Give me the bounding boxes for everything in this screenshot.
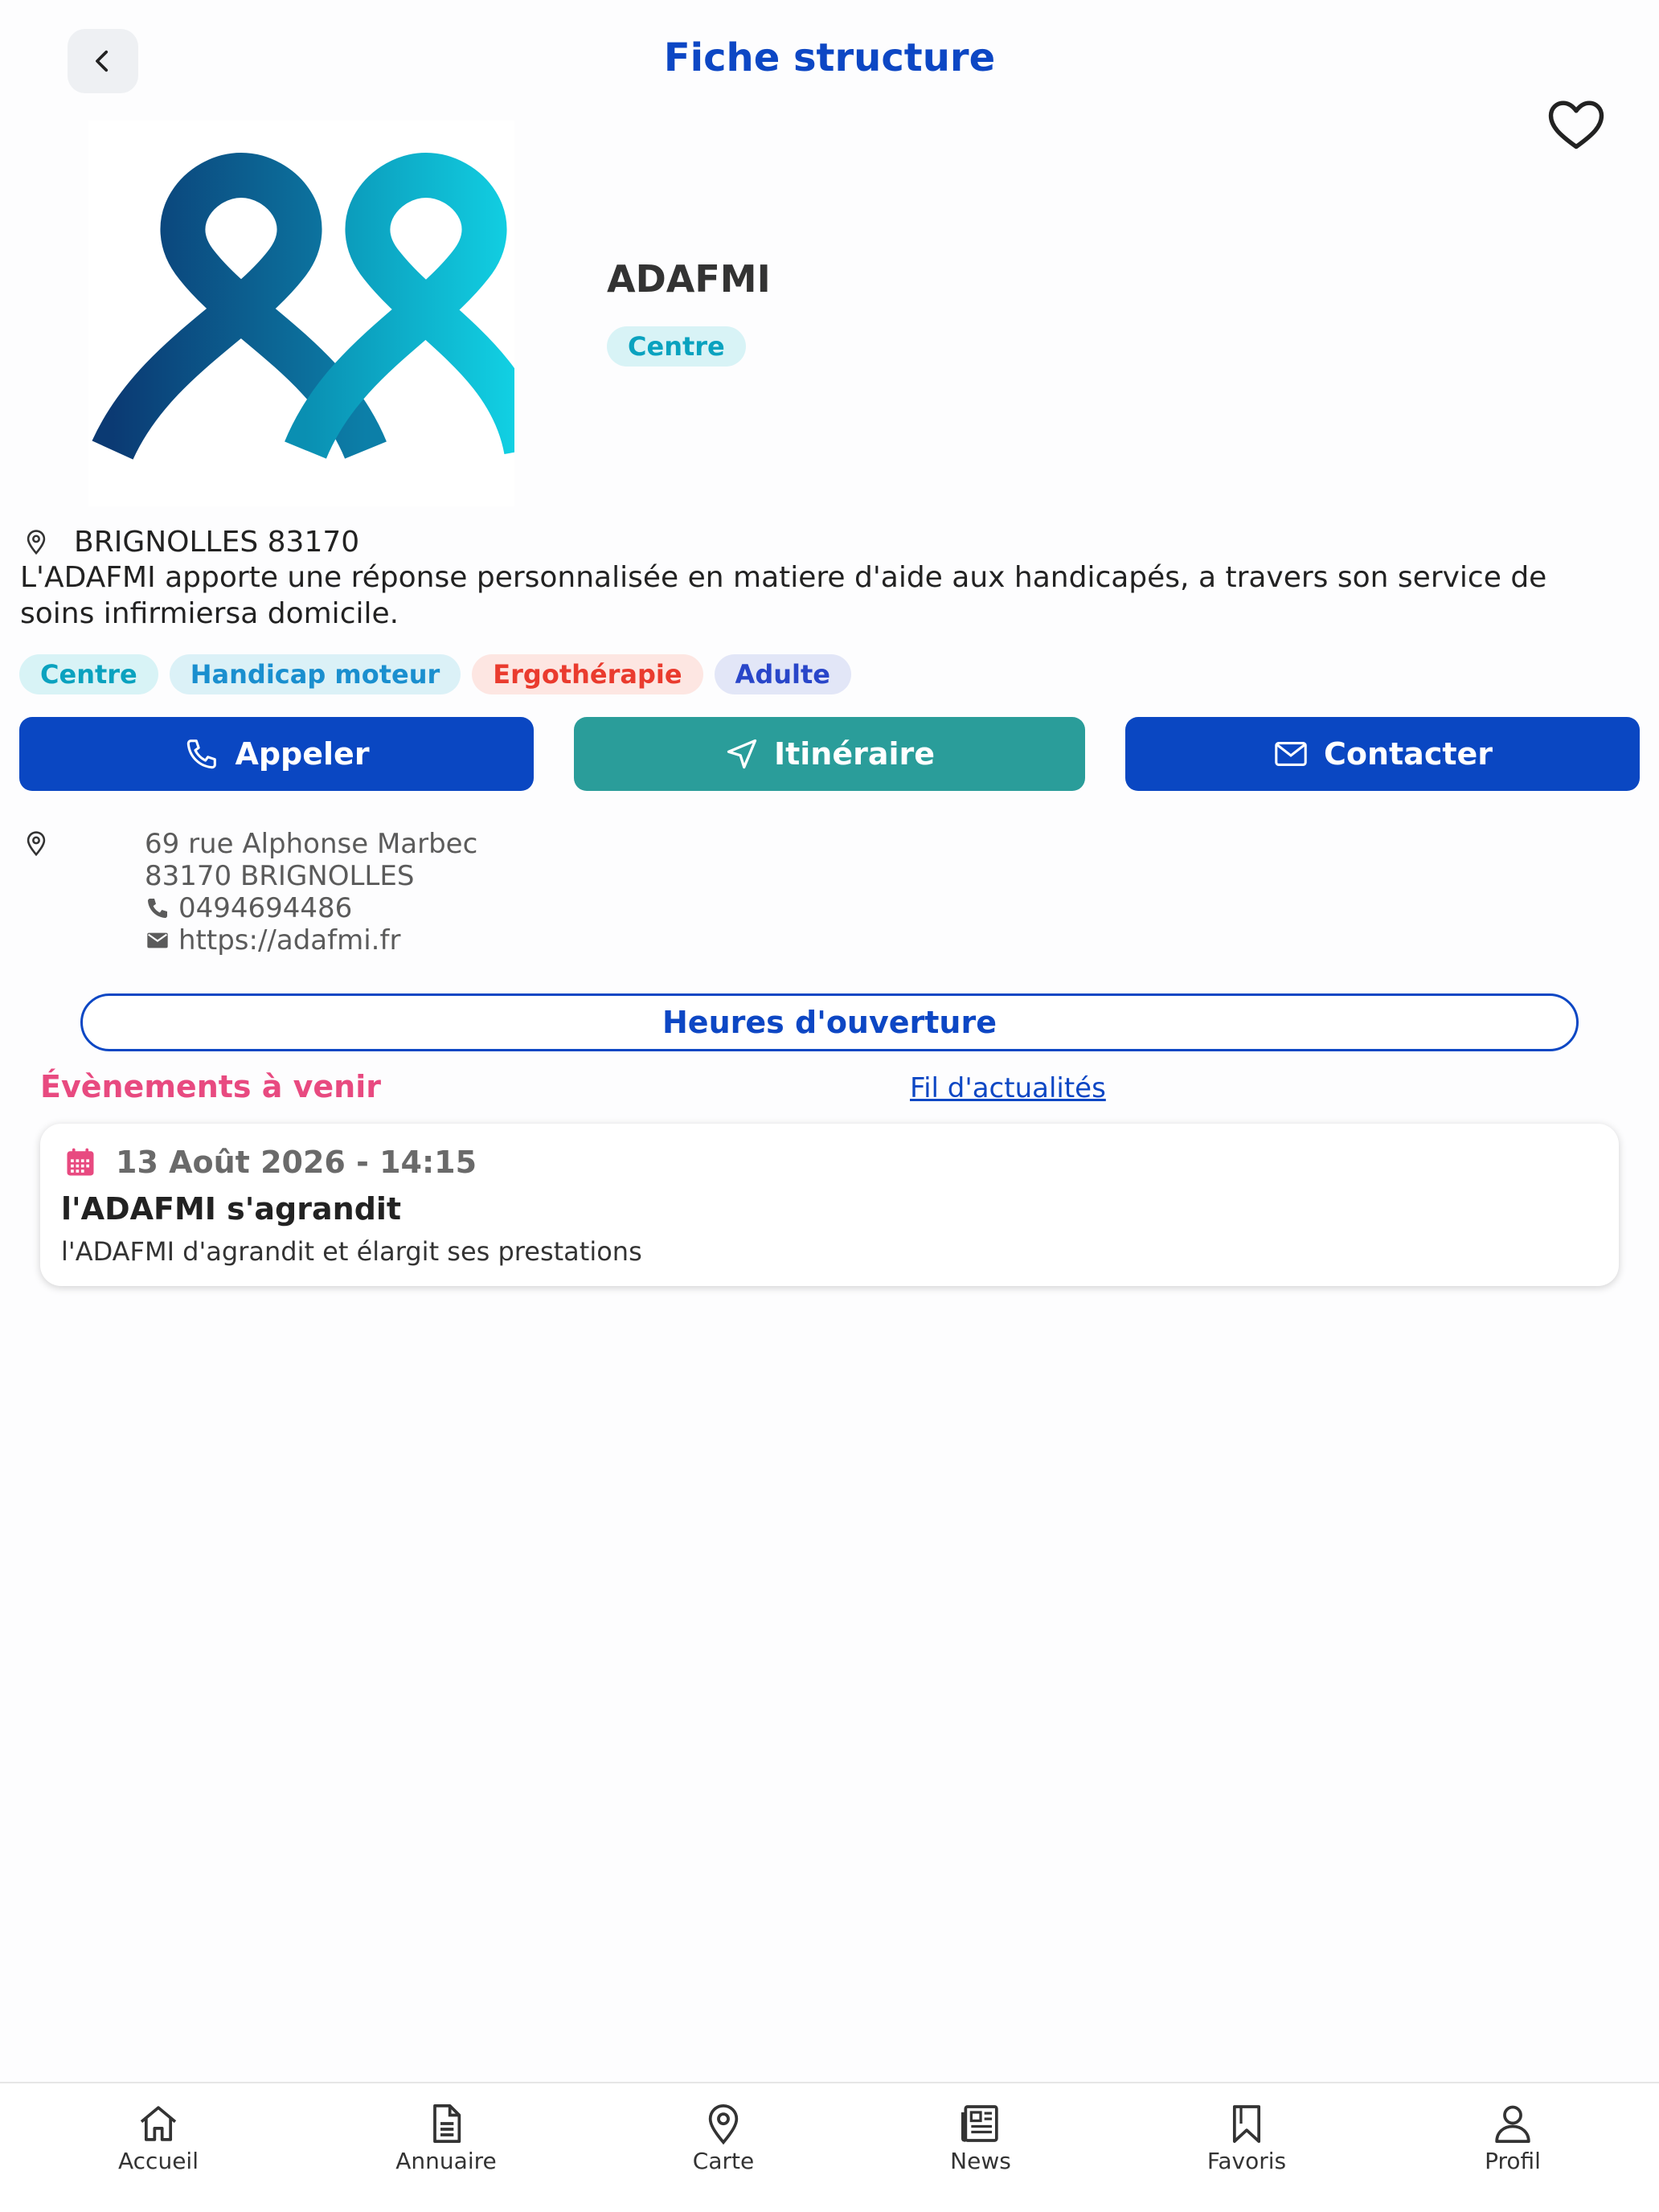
tab-label: Accueil [118, 2148, 199, 2174]
document-icon [433, 2103, 461, 2144]
page-title: Fiche structure [663, 35, 996, 80]
address-city: 83170 BRIGNOLLES [145, 860, 414, 892]
tag-adulte: Adulte [714, 654, 851, 694]
address-street: 69 rue Alphonse Marbec [145, 828, 477, 860]
event-date: 13 Août 2026 - 14:15 [63, 1145, 477, 1180]
route-button-label: Itinéraire [773, 736, 936, 772]
favorite-button[interactable] [1545, 95, 1608, 153]
map-pin-icon [708, 2103, 739, 2145]
heart-icon [1548, 100, 1604, 150]
phone-icon [187, 739, 217, 769]
tab-label: Favoris [1206, 2148, 1287, 2174]
tag-ergotherapie: Ergothérapie [472, 654, 703, 694]
tab-profil[interactable]: Profil [1432, 2101, 1593, 2174]
calendar-icon [67, 1148, 94, 1176]
tab-carte[interactable]: Carte [643, 2101, 804, 2174]
newspaper-icon [961, 2105, 998, 2142]
mail-icon [1275, 742, 1307, 766]
website-text: https://adafmi.fr [178, 924, 401, 956]
contact-button[interactable]: Contacter [1125, 717, 1640, 791]
navigation-arrow-icon [727, 739, 757, 769]
tab-news[interactable]: News [900, 2101, 1061, 2174]
tab-favoris[interactable]: Favoris [1166, 2101, 1327, 2174]
tab-annuaire[interactable]: Annuaire [366, 2101, 526, 2174]
call-button-label: Appeler [235, 736, 370, 772]
news-feed-link[interactable]: Fil d'actualités [910, 1072, 1106, 1104]
tab-label: Carte [692, 2148, 755, 2174]
user-icon [1495, 2105, 1530, 2144]
phone-icon [148, 899, 167, 918]
bookmark-icon [1232, 2105, 1261, 2144]
tab-label: Annuaire [395, 2148, 497, 2174]
tab-label: News [950, 2148, 1011, 2174]
event-card[interactable]: 13 Août 2026 - 14:15 l'ADAFMI s'agrandit… [40, 1124, 1619, 1286]
organization-name: ADAFMI [607, 257, 771, 301]
contact-button-label: Contacter [1323, 736, 1493, 772]
map-pin-icon [27, 530, 46, 555]
tag-centre: Centre [19, 654, 158, 694]
address-street-text: 69 rue Alphonse Marbec [145, 828, 478, 860]
location-text: BRIGNOLLES 83170 [74, 525, 360, 559]
location-line: BRIGNOLLES 83170 [23, 524, 359, 559]
call-button[interactable]: Appeler [19, 717, 534, 791]
action-buttons: Appeler Itinéraire Contacter [19, 717, 1640, 791]
event-description: l'ADAFMI d'agrandit et élargit ses prest… [61, 1236, 642, 1267]
event-date-text: 13 Août 2026 - 14:15 [116, 1145, 477, 1180]
opening-hours-button[interactable]: Heures d'ouverture [80, 993, 1579, 1051]
address-city-text: 83170 BRIGNOLLES [145, 860, 415, 892]
organization-type-tag: Centre [607, 326, 746, 367]
event-title: l'ADAFMI s'agrandit [61, 1191, 402, 1227]
organization-logo [88, 121, 549, 506]
tab-label: Profil [1485, 2148, 1541, 2174]
route-button[interactable]: Itinéraire [574, 717, 1085, 791]
phone-line[interactable]: 0494694486 [145, 892, 352, 924]
tab-accueil[interactable]: Accueil [78, 2101, 239, 2174]
tag-list: Centre Handicap moteur Ergothérapie Adul… [19, 654, 851, 694]
bottom-tab-bar: Accueil Annuaire Carte News Favoris Prof… [0, 2082, 1659, 2212]
map-pin-icon [27, 831, 46, 857]
events-section-title: Évènements à venir [40, 1069, 381, 1104]
tag-handicap-moteur: Handicap moteur [169, 654, 461, 694]
header: Fiche structure [0, 0, 1659, 150]
organization-description: L'ADAFMI apporte une réponse personnalis… [20, 561, 1547, 630]
phone-text: 0494694486 [178, 892, 353, 924]
website-line[interactable]: https://adafmi.fr [145, 924, 400, 956]
home-icon [140, 2106, 177, 2141]
mail-icon [147, 932, 168, 948]
